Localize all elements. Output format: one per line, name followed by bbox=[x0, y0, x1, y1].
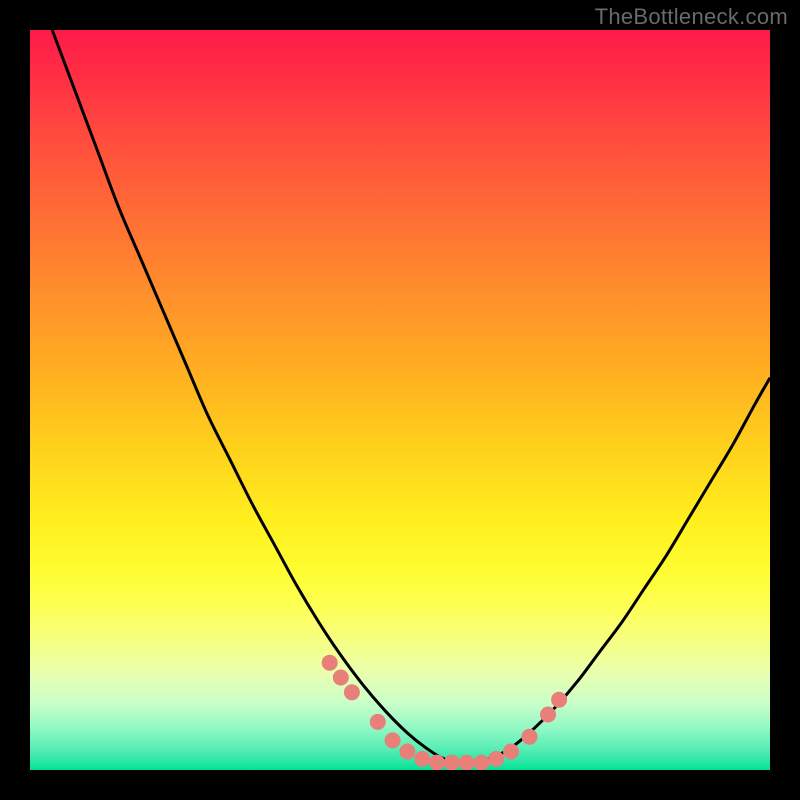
plot-area bbox=[30, 30, 770, 770]
curve-marker bbox=[322, 655, 338, 671]
curve-marker bbox=[551, 692, 567, 708]
curve-marker bbox=[370, 714, 386, 730]
curve-marker bbox=[503, 744, 519, 760]
curve-marker bbox=[399, 744, 415, 760]
curve-marker bbox=[385, 732, 401, 748]
curve-svg bbox=[30, 30, 770, 770]
curve-marker bbox=[459, 755, 475, 770]
curve-marker bbox=[429, 755, 445, 770]
curve-marker bbox=[344, 684, 360, 700]
curve-marker bbox=[414, 751, 430, 767]
curve-marker bbox=[488, 751, 504, 767]
curve-marker bbox=[522, 729, 538, 745]
curve-markers bbox=[322, 655, 567, 770]
curve-marker bbox=[540, 707, 556, 723]
curve-marker bbox=[333, 670, 349, 686]
chart-frame: TheBottleneck.com bbox=[0, 0, 800, 800]
curve-marker bbox=[473, 755, 489, 770]
bottleneck-curve-line bbox=[52, 30, 770, 763]
watermark-text: TheBottleneck.com bbox=[595, 4, 788, 30]
curve-marker bbox=[444, 755, 460, 770]
